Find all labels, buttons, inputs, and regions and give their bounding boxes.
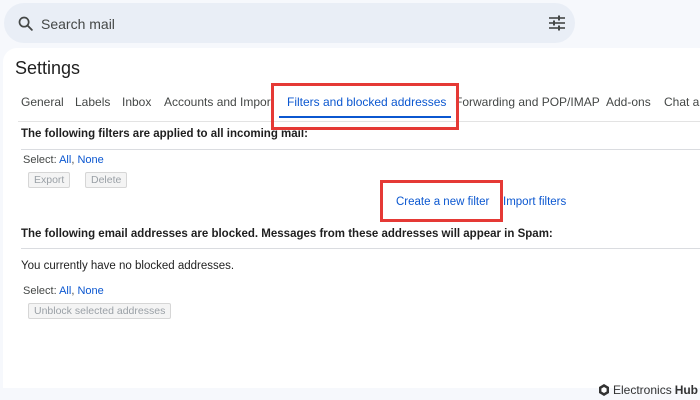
- filters-divider: [21, 149, 700, 150]
- select-all-link[interactable]: All: [59, 154, 71, 166]
- highlight-filters-tab: [271, 83, 459, 130]
- unblock-selected-button[interactable]: Unblock selected addresses: [28, 303, 172, 319]
- page-title: Settings: [15, 58, 81, 78]
- search-icon[interactable]: [17, 15, 34, 32]
- import-filters-link[interactable]: Import filters: [503, 196, 566, 208]
- select-none-link[interactable]: None: [77, 285, 103, 297]
- gmail-settings-page: Search mail Settings General Labels Inbo…: [0, 0, 700, 400]
- highlight-create-filter: [380, 180, 503, 222]
- search-bar[interactable]: Search mail: [4, 3, 575, 43]
- tab-accounts[interactable]: Accounts and Impor: [164, 95, 271, 109]
- filters-heading: The following filters are applied to all…: [21, 128, 308, 140]
- select-label: Select:: [23, 154, 57, 166]
- select-separator: ,: [71, 285, 75, 297]
- watermark-prefix: Electronics: [613, 383, 672, 397]
- tab-labels[interactable]: Labels: [75, 95, 110, 109]
- tab-add-ons[interactable]: Add-ons: [606, 95, 651, 109]
- select-none-link[interactable]: None: [77, 154, 103, 166]
- tab-forwarding-pop-imap[interactable]: Forwarding and POP/IMAP: [455, 95, 600, 109]
- brand-logo-icon: [599, 384, 609, 396]
- tab-chat[interactable]: Chat a: [664, 95, 699, 109]
- no-blocked-message: You currently have no blocked addresses.: [21, 260, 235, 272]
- blocked-divider: [21, 248, 700, 249]
- blocked-select-row: Select: All, None: [23, 285, 104, 297]
- select-label: Select:: [23, 285, 57, 297]
- select-all-link[interactable]: All: [59, 285, 71, 297]
- export-button[interactable]: Export: [28, 172, 71, 188]
- filters-select-row: Select: All, None: [23, 154, 104, 166]
- tab-general[interactable]: General: [21, 95, 64, 109]
- watermark-brand: Hub: [674, 383, 699, 397]
- delete-button[interactable]: Delete: [85, 172, 128, 188]
- search-input[interactable]: Search mail: [41, 16, 115, 32]
- watermark-logo: Electronics Hub: [598, 383, 698, 397]
- tab-inbox[interactable]: Inbox: [122, 95, 151, 109]
- select-separator: ,: [71, 154, 75, 166]
- blocked-heading: The following email addresses are blocke…: [21, 228, 553, 240]
- search-options-icon[interactable]: [548, 15, 566, 31]
